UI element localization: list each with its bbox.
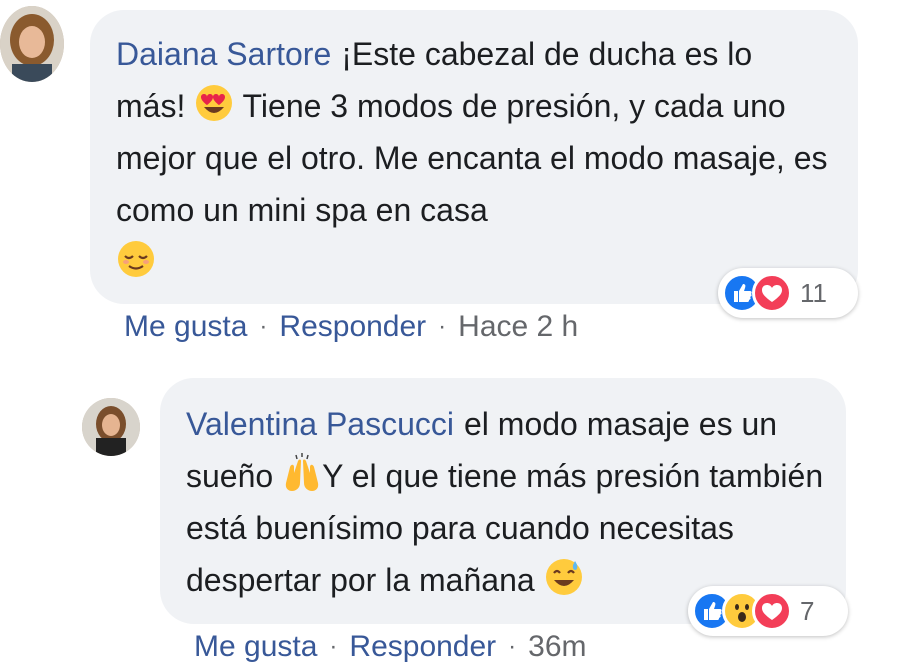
comment-actions: Me gusta · Responder · 36m (194, 630, 587, 664)
avatar-valentina[interactable] (82, 398, 140, 456)
reaction-count: 7 (800, 595, 815, 626)
reaction-summary[interactable]: 7 (688, 586, 848, 636)
raising-hands-emoji-icon (282, 453, 322, 493)
like-link[interactable]: Me gusta (194, 630, 317, 664)
avatar-photo (82, 398, 140, 456)
comment-timestamp[interactable]: Hace 2 h (458, 310, 578, 344)
avatar-daiana[interactable] (0, 6, 64, 82)
reaction-count: 11 (800, 277, 827, 308)
comment-text: Daiana Sartore ¡Este cabezal de ducha es … (116, 28, 828, 288)
separator: · (259, 313, 268, 340)
comment-text: Valentina Pascucci el modo masaje es un s… (186, 398, 826, 606)
like-link[interactable]: Me gusta (124, 310, 247, 344)
relieved-face-emoji-icon (116, 239, 156, 279)
grinning-sweat-emoji-icon (544, 557, 584, 597)
comment-timestamp[interactable]: 36m (528, 630, 586, 664)
comment-author[interactable]: Valentina Pascucci (186, 406, 454, 442)
reaction-summary[interactable]: 11 (718, 268, 858, 318)
reply-link[interactable]: Responder (349, 630, 496, 664)
comment-actions: Me gusta · Responder · Hace 2 h (124, 310, 578, 344)
separator: · (329, 633, 338, 660)
avatar-photo (0, 6, 64, 82)
separator: · (508, 633, 517, 660)
comment-author[interactable]: Daiana Sartore (116, 36, 331, 72)
separator: · (438, 313, 447, 340)
love-reaction-icon (752, 591, 792, 631)
love-reaction-icon (752, 273, 792, 313)
comment-bubble-daiana: Daiana Sartore ¡Este cabezal de ducha es … (90, 10, 858, 304)
reply-link[interactable]: Responder (279, 310, 426, 344)
heart-eyes-emoji-icon (194, 83, 234, 123)
